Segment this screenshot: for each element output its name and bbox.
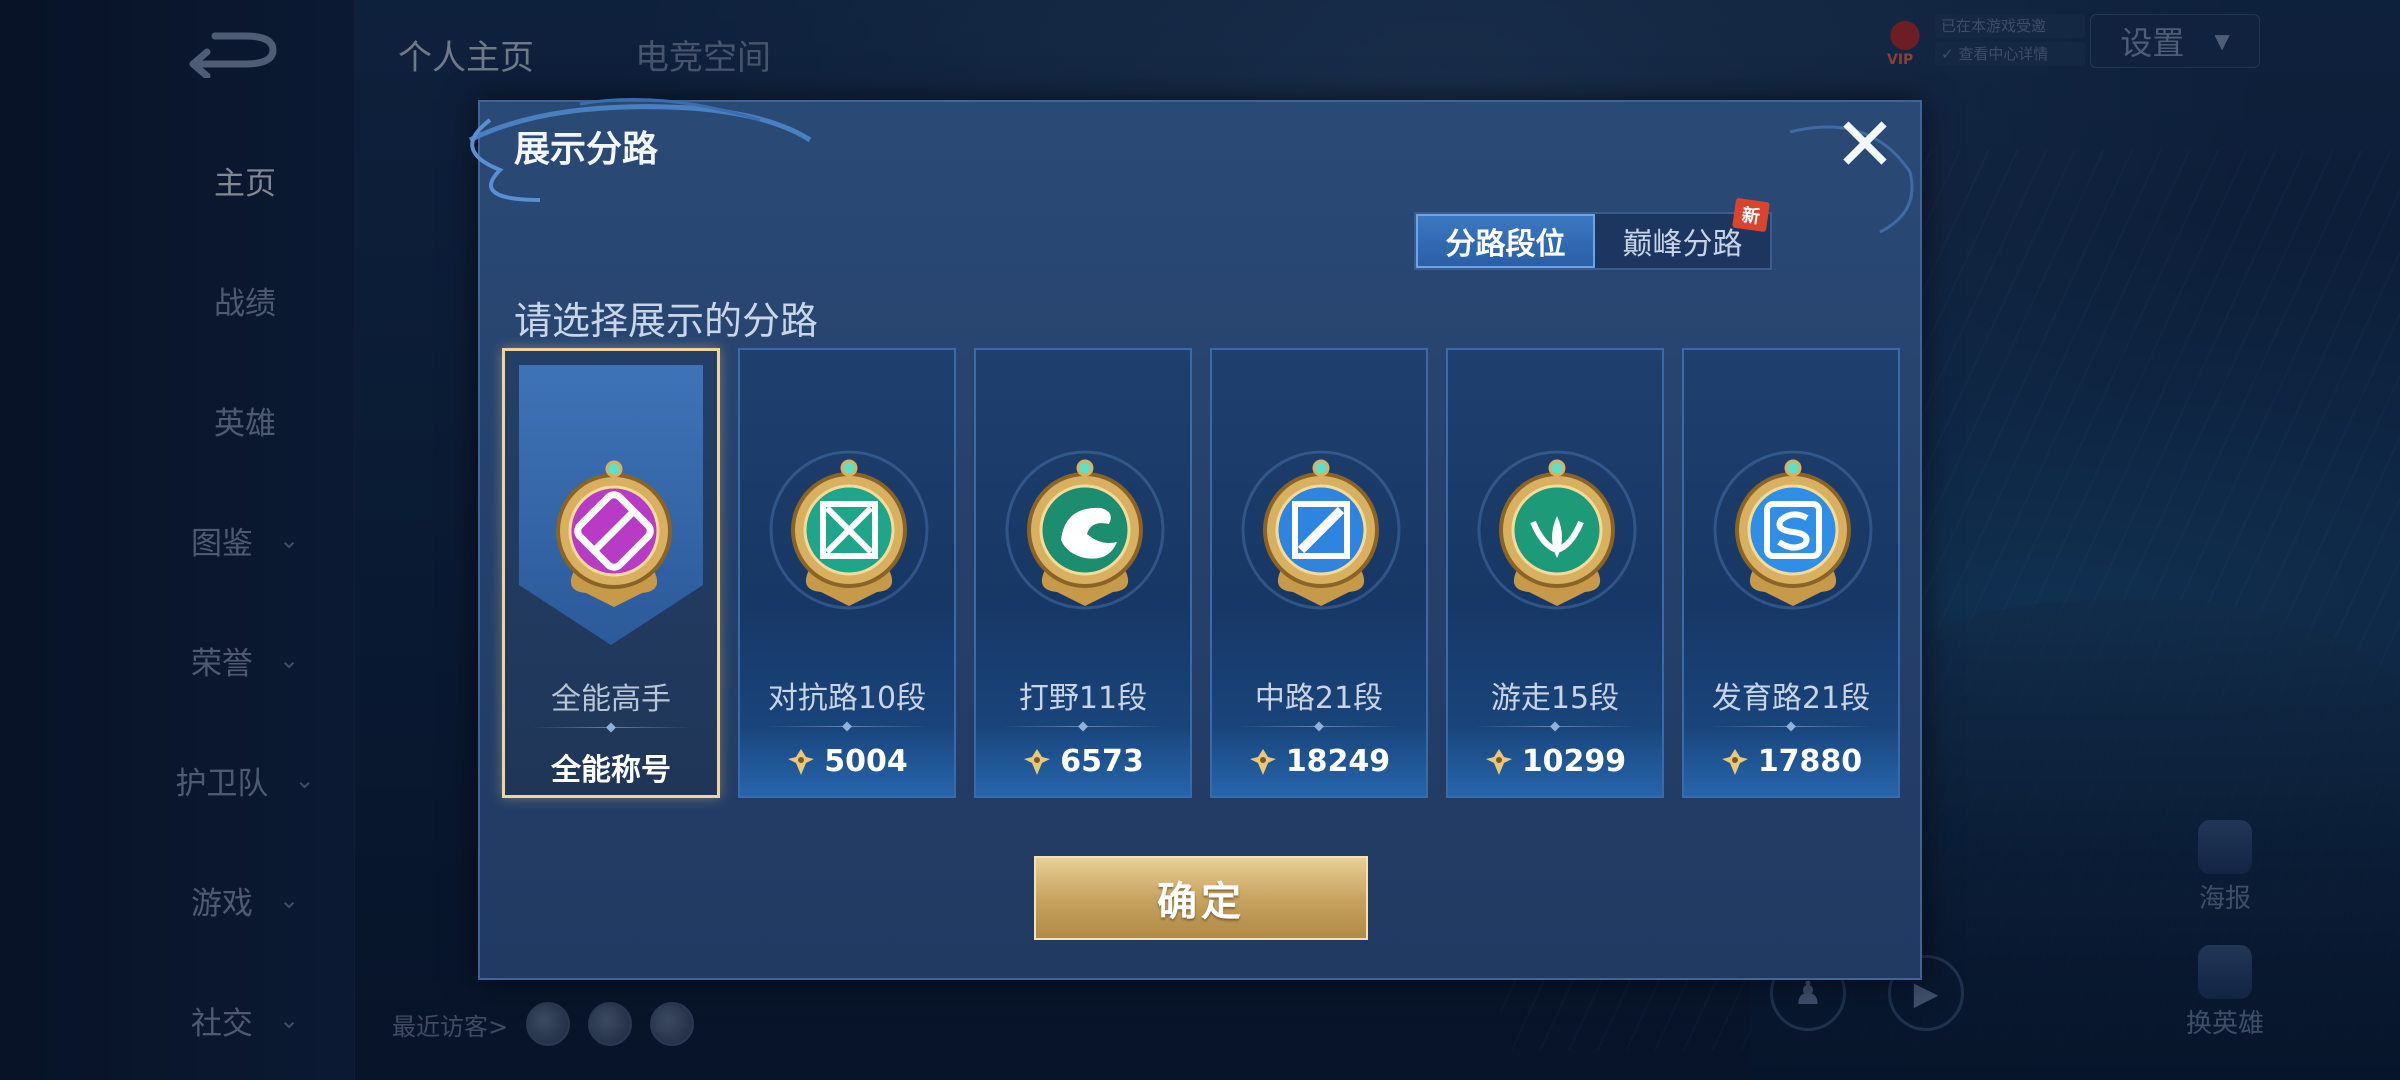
roam-icon: [1477, 450, 1637, 610]
lane-card-score: 6573: [976, 744, 1190, 779]
farm-lane-icon: [1713, 450, 1873, 610]
select-lane-prompt: 请选择展示的分路: [514, 299, 819, 343]
lane-card-value: 18249: [1285, 744, 1391, 779]
card-divider: [766, 726, 928, 727]
dialog-title: 展示分路: [514, 129, 659, 170]
lane-card-name: 发育路21段: [1711, 681, 1871, 716]
tab-lane-rank[interactable]: 分路段位: [1416, 214, 1595, 268]
card-divider: [1002, 726, 1164, 727]
card-divider: [1238, 726, 1400, 727]
lane-card-value: 6573: [1060, 744, 1144, 779]
lane-card-score: 17880: [1684, 744, 1898, 779]
jungle-icon: [1005, 450, 1165, 610]
rank-score-icon: [1485, 748, 1512, 775]
new-badge: 新: [1732, 197, 1770, 233]
rank-score-icon: [1721, 748, 1748, 775]
lane-card[interactable]: 游走15段 10299: [1446, 348, 1664, 798]
confirm-button[interactable]: 确定: [1034, 856, 1368, 940]
mid-lane-icon: [1241, 450, 1401, 610]
lane-card-name: 游走15段: [1490, 681, 1620, 716]
close-icon: ✕: [1833, 102, 1896, 188]
all-round-icon: [556, 460, 672, 607]
confirm-label: 确定: [1157, 879, 1245, 925]
lane-card-name: 打野11段: [1018, 681, 1148, 716]
lane-card-value: 5004: [824, 744, 908, 779]
close-button[interactable]: ✕: [1830, 102, 1900, 188]
lane-card-score: 全能称号: [505, 745, 717, 789]
lane-card-score: 18249: [1212, 744, 1426, 779]
lane-mode-toggle: 分路段位 巅峰分路 新: [1414, 197, 1772, 270]
lane-card-list: 全能高手 全能称号 对抗路10段 5004 打野11段 6573 中路21段 18249 游走1…: [502, 348, 1902, 798]
lane-card-name: 对抗路10段: [767, 681, 927, 716]
tab-peak-lane[interactable]: 巅峰分路 新: [1595, 197, 1770, 268]
lane-card-value: 17880: [1757, 744, 1863, 779]
card-divider: [1474, 726, 1636, 727]
lane-card[interactable]: 对抗路10段 5004: [738, 348, 956, 798]
rank-score-icon: [788, 748, 815, 775]
lane-display-dialog: 展示分路 ✕ 分路段位 巅峰分路 新 请选择展示的分路 全能高手 全能称号 对抗路1…: [468, 98, 1922, 980]
lane-card[interactable]: 打野11段 6573: [974, 348, 1192, 798]
tab-lane-rank-label: 分路段位: [1445, 227, 1566, 262]
lane-card-value: 全能称号: [551, 753, 671, 788]
lane-card-score: 10299: [1448, 744, 1662, 779]
lane-card-name: 全能高手: [551, 682, 671, 717]
card-divider: [1710, 726, 1872, 727]
lane-card-name: 中路21段: [1254, 681, 1384, 716]
rank-score-icon: [1024, 748, 1051, 775]
card-divider: [531, 727, 691, 728]
lane-card[interactable]: 全能高手 全能称号: [502, 348, 720, 798]
lane-card[interactable]: 中路21段 18249: [1210, 348, 1428, 798]
clash-lane-icon: [769, 450, 929, 610]
lane-card-value: 10299: [1521, 744, 1627, 779]
rank-score-icon: [1249, 748, 1276, 775]
lane-card[interactable]: 发育路21段 17880: [1682, 348, 1900, 798]
tab-peak-lane-label: 巅峰分路: [1622, 227, 1743, 262]
lane-card-score: 5004: [740, 744, 954, 779]
